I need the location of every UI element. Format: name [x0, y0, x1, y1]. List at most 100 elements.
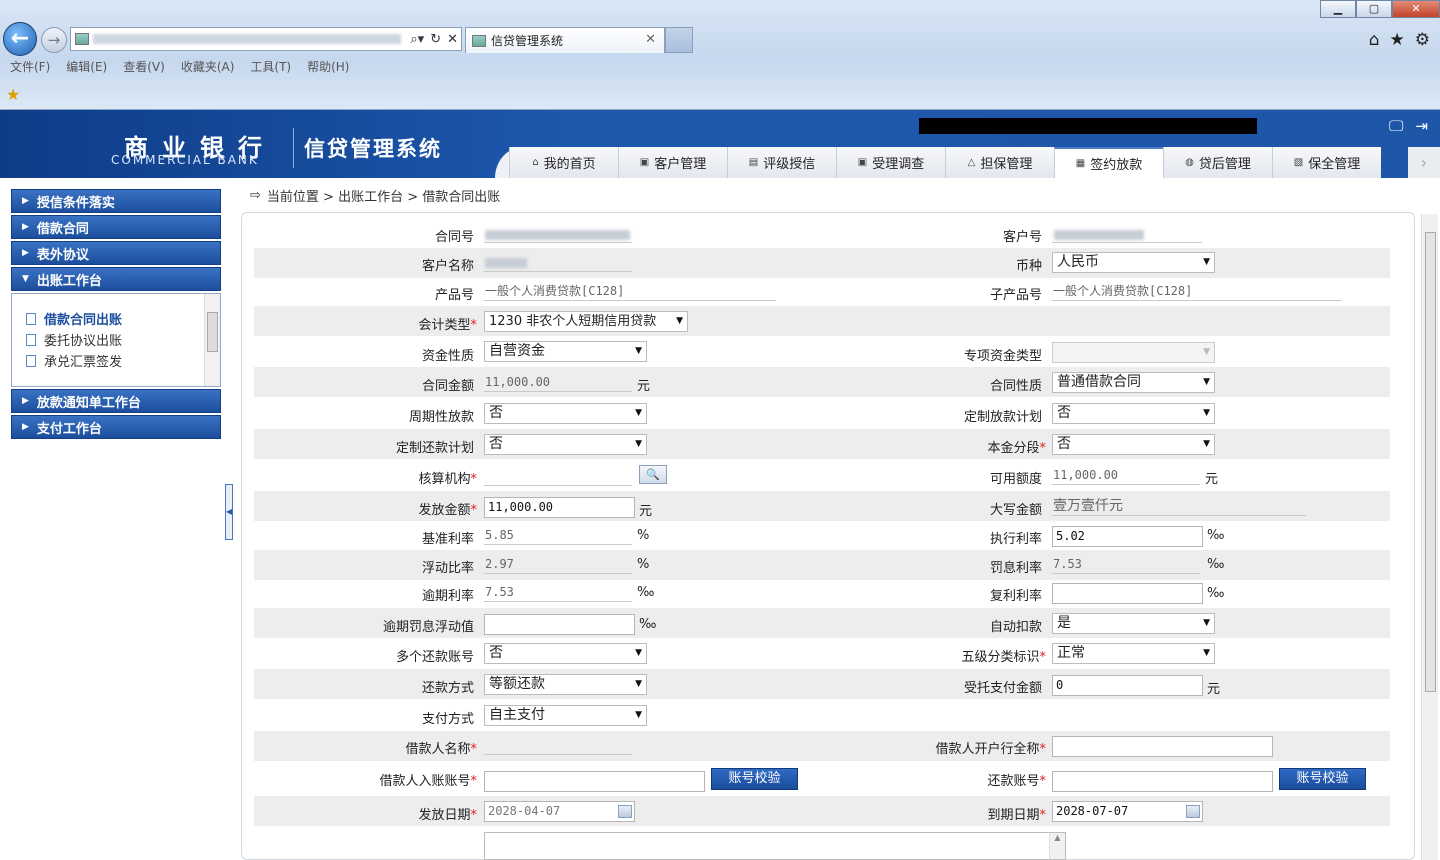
verify-repay-acct-button[interactable]: 账号校验 — [1279, 768, 1366, 790]
maximize-button[interactable]: ▢ — [1356, 0, 1392, 18]
remarks-textarea[interactable]: ▲ — [484, 832, 1066, 860]
scroll-thumb[interactable] — [1425, 232, 1436, 692]
unit-percent: % — [637, 557, 650, 572]
expand-arrow-icon: ▶ — [22, 396, 29, 406]
multi-repay-acct-select[interactable]: 否 ▼ — [484, 643, 647, 664]
sidebar-section-release-notice[interactable]: ▶ 放款通知单工作台 — [11, 389, 221, 413]
accounting-org-field — [484, 467, 632, 486]
monitor-icon[interactable]: 🖵 — [1389, 117, 1403, 135]
tab-survey[interactable]: ▣ 受理调查 — [836, 147, 945, 178]
entrusted-pay-input[interactable]: 0 — [1052, 675, 1203, 696]
scroll-thumb[interactable] — [207, 312, 218, 352]
chevron-down-icon: ▼ — [1203, 408, 1210, 418]
sidebar-section-loan-contract[interactable]: ▶ 借款合同 — [11, 215, 221, 239]
sidebar-section-disbursement-desk[interactable]: ▼ 出账工作台 — [11, 267, 221, 291]
search-icon[interactable]: ⌕▾ — [410, 32, 424, 47]
accounting-type-select[interactable]: 1230 非农个人短期信用贷款 ▼ — [484, 311, 688, 332]
overdue-penalty-float-input[interactable] — [484, 614, 635, 635]
repay-method-select[interactable]: 等额还款 ▼ — [484, 674, 647, 695]
custom-release-plan-select[interactable]: 否 ▼ — [1052, 403, 1215, 424]
menu-edit[interactable]: 编辑(E) — [66, 58, 107, 75]
add-favorite-icon[interactable]: ★ — [6, 85, 20, 104]
tab-postloan[interactable]: ◍ 贷后管理 — [1163, 147, 1272, 178]
tab-customer[interactable]: ▣ 客户管理 — [618, 147, 727, 178]
borrower-acct-input[interactable] — [484, 771, 705, 792]
custom-repay-plan-select[interactable]: 否 ▼ — [484, 434, 647, 455]
sidebar-item-acceptance-bill[interactable]: 承兑汇票签发 — [12, 350, 220, 371]
available-amount-label: 可用额度 — [989, 472, 1042, 487]
tab-favicon-icon — [472, 34, 486, 47]
sidebar-section-offbalance[interactable]: ▶ 表外协议 — [11, 241, 221, 265]
contract-amount-label: 合同金额 — [421, 379, 474, 394]
borrower-acct-label: 借款人入账账号* — [379, 774, 477, 789]
currency-select[interactable]: 人民币 ▼ — [1052, 252, 1215, 273]
customer-no-field — [1052, 224, 1202, 243]
page-favicon-icon — [75, 33, 89, 45]
stop-icon[interactable]: ✕ — [447, 32, 458, 47]
release-date-input[interactable]: 2028-04-07 — [484, 801, 635, 822]
sidebar-item-contract-disbursement[interactable]: 借款合同出账 — [12, 308, 220, 329]
product-no-label: 产品号 — [434, 288, 474, 303]
address-bar[interactable]: ⌕▾ ↻ ✕ — [70, 27, 462, 51]
home-icon[interactable]: ⌂ — [1369, 30, 1380, 50]
tab-rating[interactable]: ▤ 评级授信 — [727, 147, 836, 178]
magnifier-icon[interactable]: 🔍 — [639, 465, 667, 484]
sidebar-item-entrust-disbursement[interactable]: 委托协议出账 — [12, 329, 220, 350]
tab-guarantee[interactable]: △ 担保管理 — [945, 147, 1054, 178]
menu-file[interactable]: 文件(F) — [10, 58, 50, 75]
close-window-button[interactable]: ✕ — [1392, 0, 1440, 18]
release-amount-label: 发放金额* — [418, 503, 477, 518]
textarea-scrollbar[interactable]: ▲ — [1049, 833, 1065, 859]
fund-nature-select[interactable]: 自营资金 ▼ — [484, 341, 647, 362]
browser-menubar: 文件(F) 编辑(E) 查看(V) 收藏夹(A) 工具(T) 帮助(H) — [10, 58, 349, 75]
auto-deduct-select[interactable]: 是 ▼ — [1052, 613, 1215, 634]
chevron-down-icon: ▼ — [676, 316, 683, 326]
tab-home[interactable]: ⌂ 我的首页 — [509, 147, 618, 178]
periodic-release-select[interactable]: 否 ▼ — [484, 403, 647, 424]
main-nav: ⌂ 我的首页 ▣ 客户管理 ▤ 评级授信 ▣ 受理调查 △ 担保管理 ▦ 签约放款 ◍ 贷后管… — [495, 147, 1381, 178]
five-class-select[interactable]: 正常 ▼ — [1052, 643, 1215, 664]
pay-method-select[interactable]: 自主支付 ▼ — [484, 705, 647, 726]
penalty-rate-field: 7.53 — [1052, 555, 1200, 574]
menu-favorites[interactable]: 收藏夹(A) — [181, 58, 235, 75]
tab-preservation[interactable]: ▧ 保全管理 — [1272, 147, 1381, 178]
multi-repay-acct-label: 多个还款账号 — [395, 650, 474, 665]
menu-tools[interactable]: 工具(T) — [250, 58, 291, 75]
chevron-down-icon: ▼ — [1203, 347, 1210, 357]
borrower-name-field — [484, 736, 632, 755]
logout-icon[interactable]: ⇥ — [1415, 117, 1428, 135]
due-date-input[interactable]: 2028-07-07 — [1052, 801, 1203, 822]
repay-acct-input[interactable] — [1052, 771, 1273, 792]
menu-help[interactable]: 帮助(H) — [307, 58, 349, 75]
compound-rate-input[interactable] — [1052, 583, 1203, 604]
browser-right-icons: ⌂ ★ ⚙ — [1369, 30, 1430, 50]
verify-borrower-acct-button[interactable]: 账号校验 — [711, 768, 798, 790]
new-tab-button[interactable] — [665, 27, 693, 53]
sidebar-scrollbar[interactable] — [204, 294, 220, 386]
principal-segment-select[interactable]: 否 ▼ — [1052, 434, 1215, 455]
page-scrollbar[interactable] — [1421, 214, 1438, 860]
back-button[interactable]: ← — [3, 22, 37, 56]
sidebar-section-credit-conditions[interactable]: ▶ 授信条件落实 — [11, 189, 221, 213]
calendar-icon[interactable] — [618, 805, 632, 818]
overdue-rate-field: 7.53 — [484, 583, 632, 602]
amount-upper-label: 大写金额 — [989, 503, 1042, 518]
forward-button[interactable]: → — [41, 27, 67, 53]
calendar-icon[interactable] — [1186, 805, 1200, 818]
exec-rate-input[interactable]: 5.02 — [1052, 526, 1203, 547]
sidebar-section-payment-desk[interactable]: ▶ 支付工作台 — [11, 415, 221, 439]
release-amount-input[interactable]: 11,000.00 — [484, 497, 635, 518]
nav-next-arrow-icon[interactable]: › — [1408, 147, 1440, 178]
settings-gear-icon[interactable]: ⚙ — [1415, 30, 1430, 50]
tab-close-icon[interactable]: ✕ — [645, 32, 656, 47]
minimize-button[interactable]: ▁ — [1320, 0, 1356, 18]
browser-tab[interactable]: 信贷管理系统 ✕ — [465, 27, 665, 53]
special-fund-select[interactable]: ▼ — [1052, 342, 1215, 363]
contract-nature-select[interactable]: 普通借款合同 ▼ — [1052, 372, 1215, 393]
tab-contract[interactable]: ▦ 签约放款 — [1054, 147, 1163, 178]
refresh-icon[interactable]: ↻ — [430, 32, 441, 47]
borrower-bank-input[interactable] — [1052, 736, 1273, 757]
sidebar-collapse-handle[interactable]: ◀ — [225, 484, 233, 540]
menu-view[interactable]: 查看(V) — [123, 58, 165, 75]
favorites-star-icon[interactable]: ★ — [1390, 30, 1405, 50]
